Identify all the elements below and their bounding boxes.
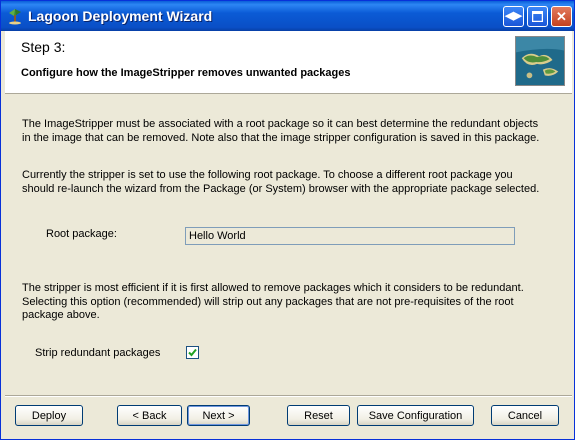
window-title: Lagoon Deployment Wizard — [28, 8, 213, 24]
strip-redundant-checkbox[interactable] — [186, 346, 199, 359]
step-title: Step 3: — [21, 39, 66, 55]
step-subtitle: Configure how the ImageStripper removes … — [21, 67, 351, 79]
button-separator — [5, 395, 572, 397]
next-button[interactable]: Next > — [187, 405, 250, 426]
checkmark-icon — [188, 348, 197, 357]
root-package-label: Root package: — [46, 228, 117, 240]
description-association: The ImageStripper must be associated wit… — [22, 118, 540, 144]
root-package-field[interactable] — [185, 227, 515, 245]
title-bar[interactable]: Lagoon Deployment Wizard ◀▶ ✕ — [1, 1, 574, 31]
description-root-package: Currently the stripper is set to use the… — [22, 169, 540, 195]
lagoon-image — [515, 36, 565, 86]
maximize-button[interactable] — [527, 6, 548, 27]
deploy-button[interactable]: Deploy — [15, 405, 83, 426]
restore-arrows-button[interactable]: ◀▶ — [503, 6, 524, 27]
close-button[interactable]: ✕ — [551, 6, 572, 27]
close-icon: ✕ — [556, 9, 567, 24]
arrows-icon: ◀▶ — [505, 10, 522, 22]
cancel-button[interactable]: Cancel — [491, 405, 559, 426]
back-button[interactable]: < Back — [117, 405, 182, 426]
description-strip: The stripper is most efficient if it is … — [22, 282, 524, 321]
wizard-header: Step 3: Configure how the ImageStripper … — [5, 31, 572, 94]
app-icon — [9, 9, 21, 25]
save-configuration-button[interactable]: Save Configuration — [357, 405, 474, 426]
strip-redundant-label: Strip redundant packages — [35, 347, 161, 359]
reset-button[interactable]: Reset — [287, 405, 350, 426]
maximize-icon — [531, 10, 544, 23]
wizard-window: Lagoon Deployment Wizard ◀▶ ✕ Step 3: Co… — [0, 0, 575, 440]
